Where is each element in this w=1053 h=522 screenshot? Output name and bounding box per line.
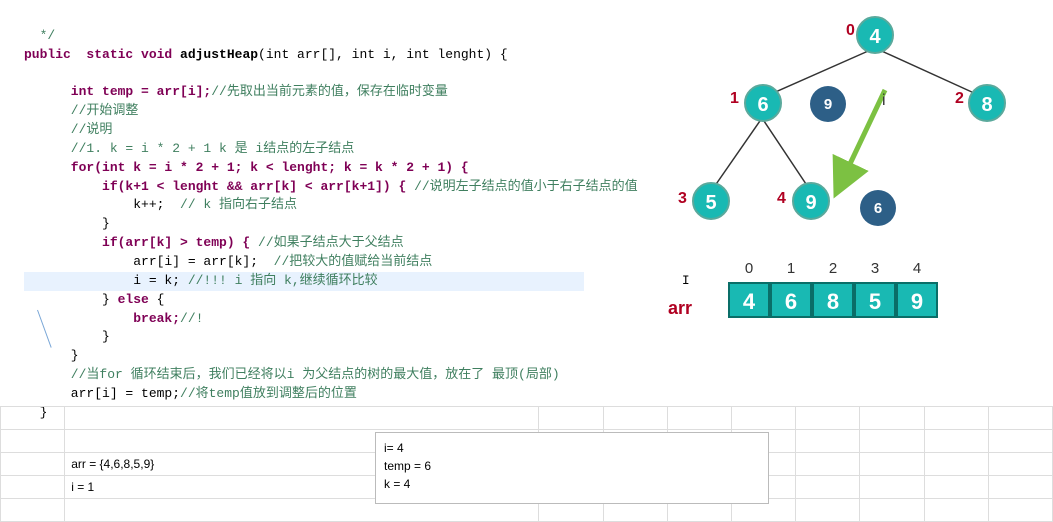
- code-line: */: [24, 28, 55, 43]
- array-cell: 8: [812, 282, 854, 318]
- node-index: 0: [846, 22, 855, 40]
- node-index: 1: [730, 90, 739, 108]
- comment: //!: [180, 311, 203, 326]
- array-cell: 9: [896, 282, 938, 318]
- comment: //说明: [24, 122, 112, 137]
- array-label: arr: [668, 298, 692, 319]
- code-line: }: [24, 348, 79, 363]
- array-index: 1: [770, 260, 812, 277]
- fn-name: adjustHeap: [180, 47, 258, 62]
- comment: //当for 循环结束后，我们已经将以i 为父结点的树的最大值，放在了 最顶(局…: [24, 367, 560, 382]
- i-pointer-label: i: [882, 92, 886, 110]
- code-line: (int arr[], int i, int lenght) {: [258, 47, 508, 62]
- text-cursor: I: [682, 273, 690, 288]
- array-cell: 6: [770, 282, 812, 318]
- tree-node: 6: [744, 84, 782, 122]
- ghost-node: 9: [810, 86, 846, 122]
- node-index: 3: [678, 190, 687, 208]
- comment: //开始调整: [24, 103, 138, 118]
- cell-text: i = 1: [71, 480, 94, 494]
- comment: //!!! i 指向 k,继续循环比较: [188, 273, 378, 288]
- comment: //1. k = i * 2 + 1 k 是 i结点的左子结点: [24, 141, 354, 156]
- code-line: }: [24, 292, 118, 307]
- array-cell: 4: [728, 282, 770, 318]
- comment: //把较大的值赋给当前结点: [266, 254, 432, 269]
- code-line: if(arr[k] > temp) {: [24, 235, 258, 250]
- comment: // k 指向右子结点: [180, 197, 297, 212]
- note-box: i= 4 temp = 6 k = 4: [375, 432, 769, 504]
- tree-node: 9: [792, 182, 830, 220]
- tree-node: 8: [968, 84, 1006, 122]
- ghost-node: 6: [860, 190, 896, 226]
- array-index: 2: [812, 260, 854, 277]
- code-line: for(int k = i * 2 + 1; k < lenght; k = k…: [24, 160, 469, 175]
- node-index: 4: [777, 190, 786, 208]
- comment: //如果子结点大于父结点: [258, 235, 404, 250]
- cell-text: arr = {4,6,8,5,9}: [71, 457, 154, 471]
- array-cell: 5: [854, 282, 896, 318]
- code-line: k++;: [24, 197, 180, 212]
- comment: //先取出当前元素的值，保存在临时变量: [211, 84, 448, 99]
- code-line: public static void: [24, 47, 180, 62]
- note-line: k = 4: [384, 475, 760, 493]
- note-line: i= 4: [384, 439, 760, 457]
- comment: //说明左子结点的值小于右子结点的值: [414, 179, 638, 194]
- note-line: temp = 6: [384, 457, 760, 475]
- tree-node: 4: [856, 16, 894, 54]
- heap-tree-diagram: 0 4 1 6 9 i 2 8 3 5 4 9 6: [650, 10, 1050, 250]
- code-line: int temp = arr[i];: [24, 84, 211, 99]
- array-index: 0: [728, 260, 770, 277]
- tree-node: 5: [692, 182, 730, 220]
- code-line: else: [118, 292, 149, 307]
- node-index: 2: [955, 90, 964, 108]
- array-index: 3: [854, 260, 896, 277]
- comment: //将temp值放到调整后的位置: [180, 386, 357, 401]
- code-line: if(k+1 < lenght && arr[k] < arr[k+1]) {: [24, 179, 414, 194]
- code-line: break;: [24, 311, 180, 326]
- code-line: arr[i] = arr[k];: [24, 254, 266, 269]
- code-line: }: [24, 329, 110, 344]
- code-line: }: [24, 216, 110, 231]
- code-block: */ public static void adjustHeap(int arr…: [0, 0, 620, 431]
- code-line: arr[i] = temp;: [24, 386, 180, 401]
- code-line: {: [149, 292, 165, 307]
- code-line: i = k;: [24, 273, 188, 288]
- array-index: 4: [896, 260, 938, 277]
